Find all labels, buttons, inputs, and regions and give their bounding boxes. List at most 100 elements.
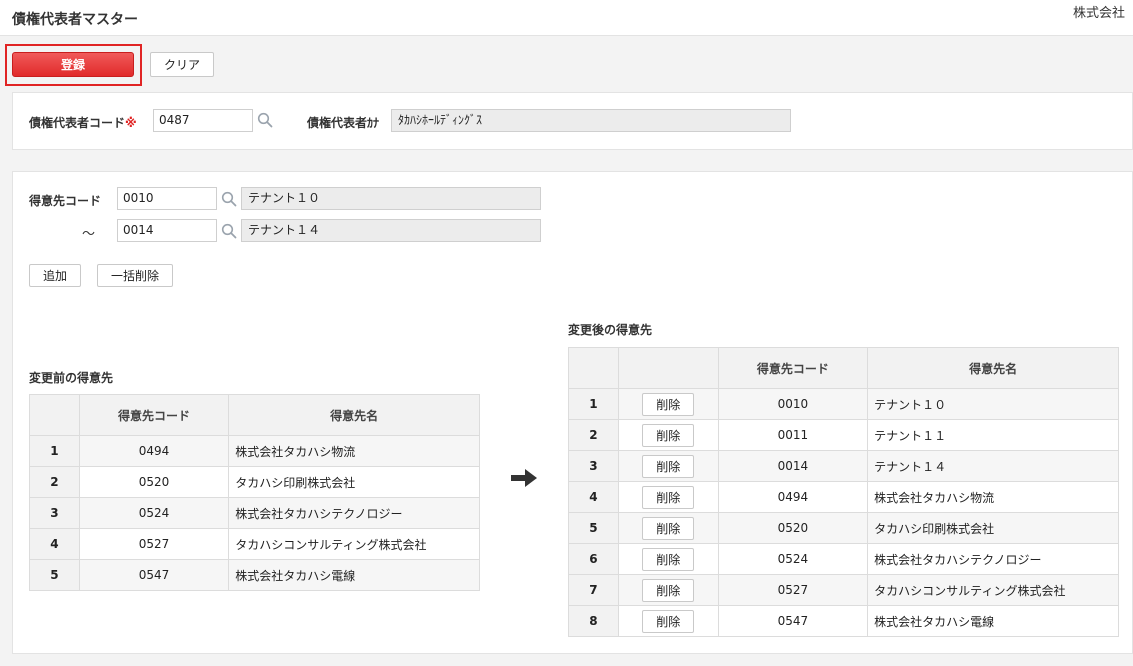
- customer-code-to-input[interactable]: 0014: [117, 219, 217, 242]
- representative-kana-label: 債権代表者ｶﾅ: [307, 116, 380, 130]
- arrow-right-icon: [511, 469, 537, 487]
- search-icon[interactable]: [221, 191, 237, 207]
- bulk-delete-button[interactable]: 一括削除: [97, 264, 173, 287]
- customer-name-to-field: テナント１４: [241, 219, 541, 242]
- table-row: 2 0520 タカハシ印刷株式会社: [29, 466, 480, 498]
- customer-name-cell: テナント１４: [867, 450, 1119, 482]
- customer-code-cell: 0547: [78, 559, 230, 591]
- customer-code-label: 得意先コード: [29, 194, 102, 208]
- column-header-name: 得意先名: [228, 394, 480, 436]
- row-number: 3: [568, 450, 619, 482]
- table-row: 4 0527 タカハシコンサルティング株式会社: [29, 528, 480, 560]
- delete-row-button[interactable]: 削除: [642, 578, 695, 602]
- customer-code-cell: 0520: [717, 512, 869, 544]
- table-row: 7 削除 0527 タカハシコンサルティング株式会社: [568, 574, 1119, 606]
- row-number: 3: [29, 497, 80, 529]
- customer-code-cell: 0524: [717, 543, 869, 575]
- row-number: 1: [568, 388, 619, 420]
- register-button[interactable]: 登録: [12, 52, 134, 77]
- action-cell: 削除: [617, 543, 719, 575]
- customer-name-cell: 株式会社タカハシテクノロジー: [228, 497, 480, 529]
- row-number: 6: [568, 543, 619, 575]
- customer-name-cell: 株式会社タカハシ電線: [867, 605, 1119, 637]
- action-cell: 削除: [617, 450, 719, 482]
- customer-code-cell: 0547: [717, 605, 869, 637]
- delete-row-button[interactable]: 削除: [642, 392, 695, 416]
- row-number: 4: [29, 528, 80, 560]
- table-row: 4 削除 0494 株式会社タカハシ物流: [568, 481, 1119, 513]
- customer-name-cell: タカハシ印刷株式会社: [867, 512, 1119, 544]
- column-header-code: 得意先コード: [717, 347, 869, 389]
- customer-name-cell: タカハシコンサルティング株式会社: [228, 528, 480, 560]
- representative-kana-field: ﾀｶﾊｼﾎｰﾙﾃﾞｨﾝｸﾞｽ: [391, 109, 791, 132]
- delete-row-button[interactable]: 削除: [642, 516, 695, 540]
- representative-code-input[interactable]: 0487: [153, 109, 253, 132]
- row-number: 8: [568, 605, 619, 637]
- table-row: 3 0524 株式会社タカハシテクノロジー: [29, 497, 480, 529]
- delete-row-button[interactable]: 削除: [642, 547, 695, 571]
- customer-name-cell: テナント１０: [867, 388, 1119, 420]
- action-cell: 削除: [617, 574, 719, 606]
- customer-name-cell: 株式会社タカハシ物流: [228, 435, 480, 467]
- table-row: 5 0547 株式会社タカハシ電線: [29, 559, 480, 591]
- column-header-action: [617, 347, 719, 389]
- customer-code-cell: 0524: [78, 497, 230, 529]
- customer-code-cell: 0010: [717, 388, 869, 420]
- table-row: 1 0494 株式会社タカハシ物流: [29, 435, 480, 467]
- action-cell: 削除: [617, 419, 719, 451]
- customer-code-cell: 0520: [78, 466, 230, 498]
- table-row: 5 削除 0520 タカハシ印刷株式会社: [568, 512, 1119, 544]
- customer-name-cell: タカハシ印刷株式会社: [228, 466, 480, 498]
- action-cell: 削除: [617, 512, 719, 544]
- table-row: 2 削除 0011 テナント１１: [568, 419, 1119, 451]
- customer-name-cell: 株式会社タカハシテクノロジー: [867, 543, 1119, 575]
- search-icon[interactable]: [221, 223, 237, 239]
- customer-code-cell: 0494: [717, 481, 869, 513]
- column-header-name: 得意先名: [867, 347, 1119, 389]
- customer-code-cell: 0494: [78, 435, 230, 467]
- table-row: 3 削除 0014 テナント１４: [568, 450, 1119, 482]
- table-row: 6 削除 0524 株式会社タカハシテクノロジー: [568, 543, 1119, 575]
- row-number: 5: [568, 512, 619, 544]
- delete-row-button[interactable]: 削除: [642, 609, 695, 633]
- range-tilde: ～: [82, 227, 96, 242]
- before-customers-title: 変更前の得意先: [29, 371, 114, 385]
- before-customers-table: 得意先コード 得意先名 1 0494 株式会社タカハシ物流 2 0520 タカハ…: [29, 394, 480, 591]
- customer-name-cell: 株式会社タカハシ物流: [867, 481, 1119, 513]
- page-header: 債権代表者マスター 株式会社: [0, 0, 1133, 36]
- clear-button[interactable]: クリア: [150, 52, 214, 77]
- row-number: 5: [29, 559, 80, 591]
- add-button[interactable]: 追加: [29, 264, 81, 287]
- customer-code-cell: 0011: [717, 419, 869, 451]
- delete-row-button[interactable]: 削除: [642, 454, 695, 478]
- customer-code-cell: 0527: [78, 528, 230, 560]
- customer-name-cell: 株式会社タカハシ電線: [228, 559, 480, 591]
- row-number: 2: [29, 466, 80, 498]
- column-header-code: 得意先コード: [78, 394, 230, 436]
- page-title: 債権代表者マスター: [12, 12, 138, 28]
- row-number: 1: [29, 435, 80, 467]
- table-row: 1 削除 0010 テナント１０: [568, 388, 1119, 420]
- representative-code-label: 債権代表者コード※: [29, 116, 137, 130]
- customer-name-cell: タカハシコンサルティング株式会社: [867, 574, 1119, 606]
- customer-name-from-field: テナント１０: [241, 187, 541, 210]
- delete-row-button[interactable]: 削除: [642, 485, 695, 509]
- column-header-no: [568, 347, 619, 389]
- customer-code-cell: 0527: [717, 574, 869, 606]
- table-header-row: 得意先コード 得意先名: [568, 347, 1119, 389]
- after-customers-table: 得意先コード 得意先名 1 削除 0010 テナント１０ 2 削除 0011 テ…: [568, 347, 1119, 637]
- row-number: 4: [568, 481, 619, 513]
- required-mark: ※: [125, 116, 137, 130]
- search-icon[interactable]: [257, 112, 273, 128]
- row-number: 2: [568, 419, 619, 451]
- delete-row-button[interactable]: 削除: [642, 423, 695, 447]
- company-name: 株式会社: [1072, 6, 1125, 21]
- toolbar: 登録 クリア: [0, 37, 1133, 88]
- column-header-no: [29, 394, 80, 436]
- action-cell: 削除: [617, 605, 719, 637]
- customer-code-from-input[interactable]: 0010: [117, 187, 217, 210]
- customer-code-cell: 0014: [717, 450, 869, 482]
- table-header-row: 得意先コード 得意先名: [29, 394, 480, 436]
- table-row: 8 削除 0547 株式会社タカハシ電線: [568, 605, 1119, 637]
- customer-name-cell: テナント１１: [867, 419, 1119, 451]
